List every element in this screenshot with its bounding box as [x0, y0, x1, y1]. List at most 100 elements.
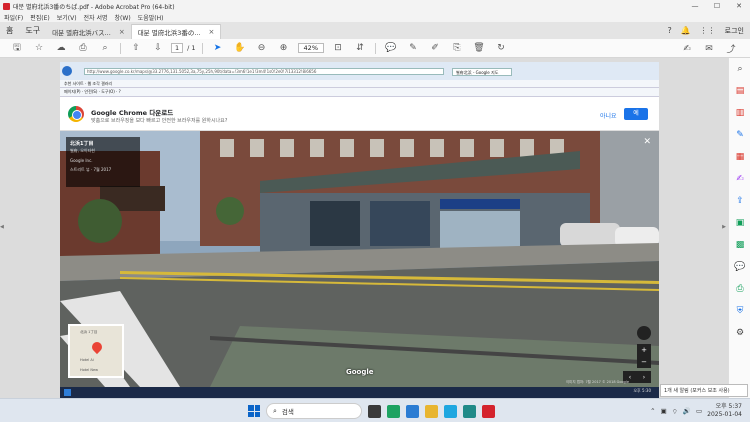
sign-icon[interactable]: ✍ [676, 44, 698, 54]
bell-icon[interactable]: 🔔 [681, 26, 691, 35]
tab-home[interactable]: 홈 [0, 22, 19, 39]
tray-app-icon[interactable]: ▣ [661, 407, 667, 415]
promo-yes-button: 예 [624, 108, 648, 120]
bookmark-star-icon[interactable]: ☆ [28, 43, 50, 53]
help-icon[interactable]: ? [667, 26, 671, 35]
battery-icon[interactable]: ▭ [696, 407, 702, 415]
zoom-out-icon: − [641, 358, 647, 366]
upload-cloud-icon[interactable]: ☁ [50, 43, 72, 53]
email-icon[interactable]: ✉ [698, 44, 720, 54]
comment-icon[interactable]: 💬 [380, 43, 402, 53]
search-icon[interactable]: ⌕ [94, 43, 116, 53]
maximize-button[interactable]: ☐ [706, 0, 728, 12]
stamp-icon[interactable]: ⎘ [446, 43, 468, 53]
acrobat-taskbar-icon[interactable] [482, 404, 495, 418]
organize-pages-icon[interactable]: ▦ [729, 146, 750, 168]
highlight-icon[interactable]: ✐ [424, 43, 446, 53]
edge-browser-icon[interactable] [444, 404, 457, 418]
arrow-right-icon: › [642, 373, 646, 381]
edit-pdf-icon[interactable]: ✎ [729, 124, 750, 146]
create-pdf-icon[interactable]: ▤ [729, 80, 750, 102]
notification-toast[interactable]: 1개 새 알림 (포커스 보조 사용) [660, 384, 748, 397]
share-icon[interactable]: ⤴ [720, 42, 742, 55]
title-bar: 대분 별府北浜3番のちば.pdf - Adobe Acrobat Pro (64… [0, 0, 750, 12]
sv-credit: 이미지 캡처: 7월 2017 © 2018 Google [565, 380, 629, 384]
select-cursor-icon[interactable]: ➤ [207, 43, 229, 53]
taskbar-clock[interactable]: 오후 5:37 2025-01-04 [707, 403, 742, 419]
menu-edit[interactable]: 편집(E) [30, 13, 50, 22]
minimap-label: 北浜 1丁目 [80, 330, 98, 334]
fit-page-icon[interactable]: ⊡ [327, 43, 349, 53]
toolbar-divider [120, 42, 121, 54]
export-pdf-icon[interactable]: ⇪ [729, 190, 750, 212]
close-button[interactable]: ✕ [728, 0, 750, 12]
taskbar-search[interactable]: ⌕ 검색 [266, 403, 362, 419]
zoom-select[interactable]: 42% [297, 43, 324, 53]
ie-tab: 별府北浜 - Google 지도 [452, 68, 512, 76]
arrow-left-icon: ‹ [628, 373, 632, 381]
window-controls: — ☐ ✕ [684, 0, 750, 12]
delete-icon[interactable]: 🗑 [468, 43, 490, 53]
hand-tool-icon[interactable]: ✋ [229, 43, 251, 53]
chrome-promo-banner: Google Chrome 다운로드 맞춤으로 브라우징을 보다 빠르고 안전한… [60, 98, 659, 131]
map-pin-icon [89, 339, 105, 355]
ie-window-top: http://www.google.co.kr/maps/@33.2776,13… [60, 62, 659, 80]
zoom-in-icon: + [641, 346, 647, 354]
login-button[interactable]: 로그인 [725, 26, 744, 36]
zoom-in-icon[interactable]: ⊕ [273, 43, 295, 53]
zoom-out-icon[interactable]: ⊖ [251, 43, 273, 53]
page-number-input[interactable]: 1 [171, 43, 184, 53]
app-icon-1[interactable] [387, 404, 400, 418]
fill-sign-icon[interactable]: ✍ [729, 168, 750, 190]
menu-file[interactable]: 파일(F) [4, 13, 23, 22]
task-view-icon[interactable] [368, 404, 381, 418]
protect-icon[interactable]: ⛨ [729, 300, 750, 322]
windows-start-icon[interactable] [248, 405, 260, 417]
tab-document-2[interactable]: 대분 별府北浜3番の... × [131, 24, 222, 39]
embedded-start-icon [64, 389, 71, 396]
scroll-mode-icon[interactable]: ⇵ [349, 43, 371, 53]
minimize-button[interactable]: — [684, 0, 706, 12]
tab-close-icon[interactable]: × [209, 28, 215, 36]
page-up-icon[interactable]: ⇧ [125, 43, 147, 53]
menu-sign[interactable]: 전자 서명 [84, 13, 108, 22]
acrobat-icon [3, 2, 10, 10]
apps-grid-icon[interactable]: ⋮⋮ [700, 26, 716, 35]
menu-help[interactable]: 도움말(H) [138, 13, 164, 22]
tab-document-1[interactable]: 대분 별府北浜バス... × [46, 24, 132, 39]
rotate-icon[interactable]: ↻ [490, 43, 512, 53]
search-tool-icon[interactable]: ⌕ [729, 58, 750, 80]
more-tools-icon[interactable]: ⚙ [729, 322, 750, 344]
save-icon[interactable]: 🖫 [6, 40, 28, 56]
windows-taskbar: ⌕ 검색 ⌃ ▣ ⌔ 🔊 ▭ 오후 5:37 2025-01-04 [0, 398, 750, 422]
pdf-page: http://www.google.co.kr/maps/@33.2776,13… [60, 62, 659, 398]
print-icon[interactable]: ⎙ [72, 43, 94, 53]
toolbar: 🖫 ☆ ☁ ⎙ ⌕ ⇧ ⇩ 1 / 1 ➤ ✋ ⊖ ⊕ 42% ⊡ ⇵ 💬 ✎ … [0, 39, 750, 58]
app-icon-2[interactable] [406, 404, 419, 418]
toolbar-divider [201, 42, 203, 54]
page-down-icon[interactable]: ⇩ [147, 43, 169, 53]
tray-chevron-icon[interactable]: ⌃ [650, 407, 655, 415]
right-panel-toggle-icon[interactable]: ▶ [722, 224, 726, 230]
volume-icon[interactable]: 🔊 [683, 407, 691, 415]
pen-icon[interactable]: ✎ [402, 43, 424, 53]
file-explorer-icon[interactable] [425, 404, 438, 418]
left-panel-toggle-icon[interactable]: ◀ [0, 224, 4, 230]
menu-view[interactable]: 보기(V) [57, 13, 77, 22]
right-tools-panel: ⌕ ▤ ▥ ✎ ▦ ✍ ⇪ ▣ ▩ 💬 ⎙ ⛨ ⚙ [728, 58, 750, 398]
sv-author: Google Inc. [70, 158, 93, 163]
scan-ocr-icon[interactable]: ▣ [729, 212, 750, 234]
combine-files-icon[interactable]: ▥ [729, 102, 750, 124]
google-watermark: Google [346, 368, 374, 376]
tab-tools[interactable]: 도구 [19, 22, 46, 39]
sv-minimap: 北浜 1丁目 Hotel Ai Hotel New [68, 324, 124, 378]
print-production-icon[interactable]: ⎙ [729, 278, 750, 300]
sv-zoom-control: + − [637, 344, 651, 368]
tab-close-icon[interactable]: × [119, 28, 125, 36]
compress-pdf-icon[interactable]: ▩ [729, 234, 750, 256]
wifi-icon[interactable]: ⌔ [672, 407, 678, 416]
comment-tool-icon[interactable]: 💬 [729, 256, 750, 278]
app-icon-3[interactable] [463, 404, 476, 418]
search-icon: ⌕ [273, 406, 277, 415]
menu-window[interactable]: 창(W) [115, 13, 131, 22]
